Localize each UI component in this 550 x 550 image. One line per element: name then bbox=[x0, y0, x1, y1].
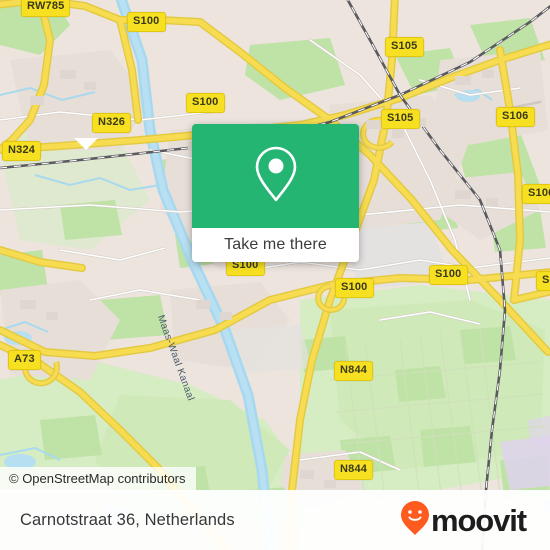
road-shield: S100 bbox=[335, 278, 374, 298]
road-shield: S10 bbox=[536, 271, 550, 291]
footer-bar: Carnotstraat 36, Netherlands moovit bbox=[0, 490, 550, 550]
road-shield: N324 bbox=[2, 141, 42, 161]
address-label: Carnotstraat 36, Netherlands bbox=[20, 510, 235, 529]
callout-action-area[interactable]: Take me there bbox=[192, 228, 359, 262]
road-shield: S100 bbox=[429, 265, 468, 285]
road-shield: S100 bbox=[186, 93, 225, 113]
moovit-wordmark: moovit bbox=[430, 503, 527, 538]
moovit-map-screen: RW785 S100 S105 S100 S105 S106 N326 N324 S106 S10… bbox=[0, 0, 550, 550]
road-shield: N326 bbox=[92, 113, 132, 133]
road-shield: S105 bbox=[381, 109, 420, 129]
take-me-there-callout[interactable]: Take me there bbox=[192, 124, 359, 262]
callout-icon-area bbox=[192, 124, 359, 228]
road-shield: S106 bbox=[522, 184, 550, 204]
road-shield: S105 bbox=[385, 37, 424, 57]
osm-attribution[interactable]: © OpenStreetMap contributors bbox=[0, 467, 196, 492]
location-pin-icon bbox=[254, 145, 298, 208]
take-me-there-label: Take me there bbox=[224, 236, 327, 253]
road-shield: RW785 bbox=[21, 0, 71, 17]
road-shield: A73 bbox=[8, 350, 41, 370]
road-shield: S106 bbox=[496, 107, 535, 127]
moovit-logo[interactable]: moovit bbox=[400, 500, 527, 541]
road-shield: N844 bbox=[334, 361, 374, 381]
moovit-smiley-pin-icon bbox=[400, 500, 430, 541]
callout-pointer-tail bbox=[74, 138, 98, 150]
road-shield: S100 bbox=[127, 12, 166, 32]
road-shield: N844 bbox=[334, 460, 374, 480]
